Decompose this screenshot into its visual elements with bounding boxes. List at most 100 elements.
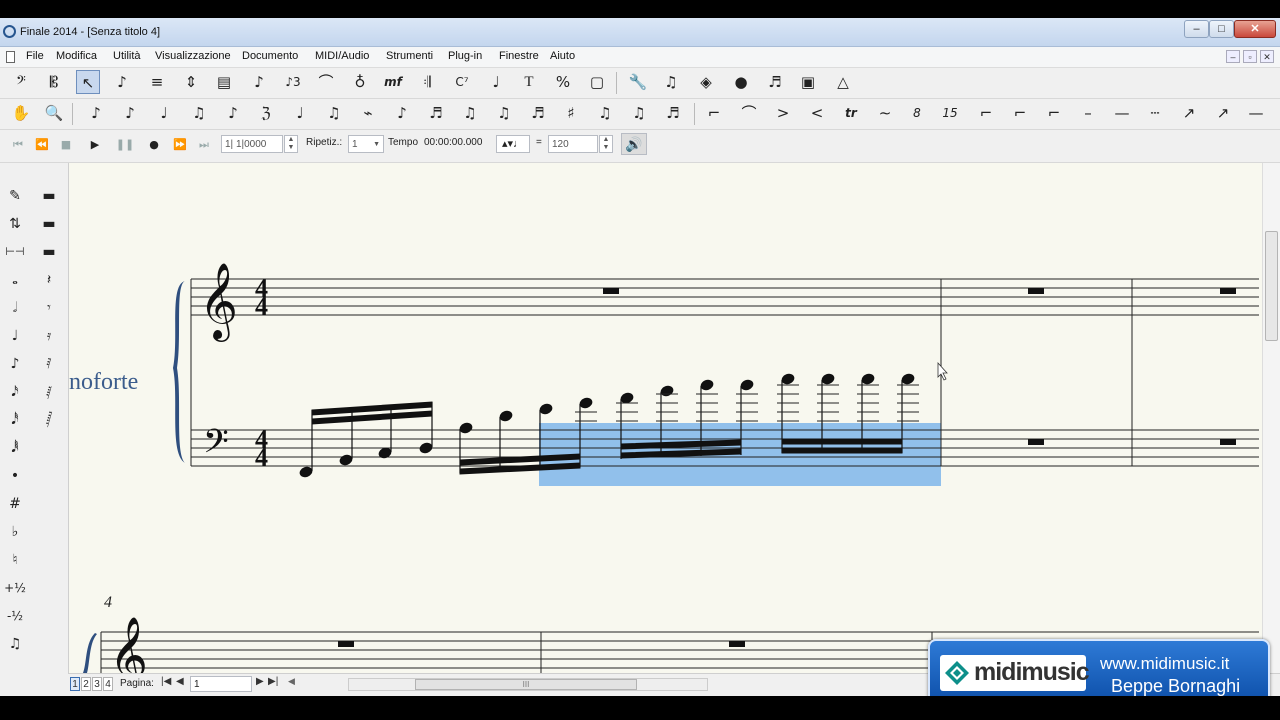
lyrics-tool[interactable]: ♩ [484,70,508,94]
slur-tool[interactable]: ♫ [627,101,651,125]
mdi-close-button[interactable]: ✕ [1260,50,1274,63]
menu-file[interactable]: File [26,50,44,62]
tie-icon[interactable]: ♫ [3,632,27,656]
half-step-up-icon[interactable]: +½ [3,576,27,600]
smart-shape-tool[interactable]: ⌒ [314,70,338,94]
last-page-button[interactable]: ▶| [268,676,278,687]
beam-over-barline-tool[interactable]: ♯ [559,101,583,125]
menu-plug-in[interactable]: Plug-in [448,50,482,62]
first-page-button[interactable]: |◀ [161,676,171,687]
half-step-down-icon[interactable]: -½ [3,604,27,628]
mdi-restore-button[interactable]: ▫ [1243,50,1257,63]
vertical-scrollbar[interactable] [1262,163,1280,673]
note-tool[interactable]: ♪ [247,70,271,94]
custom-line-tool[interactable]: ↗ [1177,101,1201,125]
menu-utilita[interactable]: Utilità [113,50,141,62]
page-layout-tool[interactable]: ▢ [585,70,609,94]
dot-icon[interactable]: • [3,464,27,488]
page-number-field[interactable]: 1 [190,676,252,692]
flat-icon[interactable]: ♭ [3,520,27,544]
chord-tool[interactable]: C⁷ [450,70,474,94]
menu-strumenti[interactable]: Strumenti [386,50,433,62]
dashed-bracket-tool[interactable]: 15 [938,101,962,125]
stemlet-tool[interactable]: ♫ [593,101,617,125]
sharp-icon[interactable]: # [3,492,27,516]
wrench-tool[interactable]: 🔧 [626,70,650,94]
menu-visualizzazione[interactable]: Visualizzazione [155,50,231,62]
minimize-button[interactable]: – [1184,20,1209,38]
menu-midi-audio[interactable]: MIDI/Audio [315,50,369,62]
page-4-button[interactable]: 4 [103,677,113,691]
beam-extend-tool[interactable]: ♩ [288,101,312,125]
trill-tool[interactable]: > [771,101,795,125]
flag-tool[interactable]: ♪ [221,101,245,125]
quarter-rest-icon[interactable]: 𝄽 [37,268,61,292]
line-tool[interactable]: ⌐ [974,101,998,125]
bass-clef-tool[interactable]: 𝄢 [9,70,33,94]
rewind-start-button[interactable]: ⏮ [8,135,28,155]
half-note-icon[interactable]: 𝅗𝅥 [3,296,27,320]
prev-page-button[interactable]: ◀ [176,676,184,687]
trill-extension-tool[interactable]: < [805,101,829,125]
tie-tool[interactable]: ♬ [661,101,685,125]
menu-modifica[interactable]: Modifica [56,50,97,62]
arrow-tool[interactable]: — [1110,101,1134,125]
beam-tool[interactable]: ♫ [187,101,211,125]
alto-clef-tool[interactable]: 𝄡 [42,70,66,94]
sixty-fourth-rest-icon[interactable]: 𝅁 [37,380,61,404]
multi-rest-icon[interactable]: ▬ [37,184,61,208]
natural-icon[interactable]: ♮ [3,548,27,572]
eighth-rest-icon[interactable]: 𝄾 [37,296,61,320]
solid-line-tool[interactable]: ⌐ [1042,101,1066,125]
beam-across-tool[interactable]: ♫ [492,101,516,125]
tempo-note-value-button[interactable]: ▴▾♩ [496,135,530,153]
bpm-spinner[interactable]: ▲ ▼ [599,135,613,153]
text-tool[interactable]: T [517,70,541,94]
flip-icon[interactable]: ⇅ [3,212,27,236]
repeat-select[interactable]: 1 ▼ [348,135,384,153]
record-button[interactable]: ● [144,135,164,155]
sixty-fourth-note-icon[interactable]: 𝅘𝅥𝅱 [3,436,27,460]
eighth-note-icon[interactable]: ♪ [3,352,27,376]
pause-button[interactable]: ❚❚ [115,135,135,155]
decrescendo-tool[interactable]: ⌒ [737,101,761,125]
vertical-scroll-thumb[interactable] [1265,231,1278,341]
broken-beam-tool[interactable]: ♫ [458,101,482,125]
eraser-icon[interactable]: ✎ [3,184,27,208]
glissando-tool[interactable]: — [1244,101,1268,125]
ottava-tool[interactable]: tr [839,101,863,125]
half-rest-icon[interactable]: ▬ [37,240,61,264]
resize-percent-tool[interactable]: % [551,70,575,94]
counter-field[interactable]: 1| 1|0000 [221,135,283,153]
bracket-tool[interactable]: 8 [905,101,929,125]
beam-break-tool[interactable]: ℨ [254,101,278,125]
thirty-second-note-icon[interactable]: 𝅘𝅥𝅰 [3,408,27,432]
beam-angle-tool[interactable]: ♫ [322,101,346,125]
repeat-tool[interactable]: 𝄇 [415,70,439,94]
scroll-left-button[interactable]: ◀ [288,676,295,687]
counter-spinner[interactable]: ▲ ▼ [284,135,298,153]
selection-tool[interactable]: ↖ [76,70,100,94]
forward-end-button[interactable]: ⏭ [194,135,214,155]
tuplet-icon[interactable]: ⊢⊣ [3,240,27,264]
resize-tool[interactable]: ⇕ [179,70,203,94]
special-tools-tool[interactable]: ◈ [694,70,718,94]
bend-line-tool[interactable]: ↗ [1211,101,1235,125]
page-3-button[interactable]: 3 [92,677,102,691]
measure-tool[interactable]: ▤ [212,70,236,94]
fast-forward-button[interactable]: ⏩ [170,135,190,155]
zoom-tool[interactable]: 🔍 [42,101,66,125]
menu-aiuto[interactable]: Aiuto [550,50,575,62]
quarter-note-icon[interactable]: ♩ [3,324,27,348]
dashed-line-tool[interactable]: ⌐ [1008,101,1032,125]
hand-grabber-tool[interactable]: ✋ [9,101,33,125]
rest-tool[interactable]: ♬ [526,101,550,125]
stop-button[interactable]: ■ [56,135,76,155]
page-1-button[interactable]: 1 [70,677,80,691]
stem-tool[interactable]: ♩ [152,101,176,125]
document-icon[interactable] [6,51,15,63]
articulation-tool[interactable]: ♁ [348,70,372,94]
horizontal-scroll-thumb[interactable]: III [415,679,637,690]
tuplet-tool[interactable]: ♪3 [281,70,305,94]
graphics-tool[interactable]: ▣ [796,70,820,94]
